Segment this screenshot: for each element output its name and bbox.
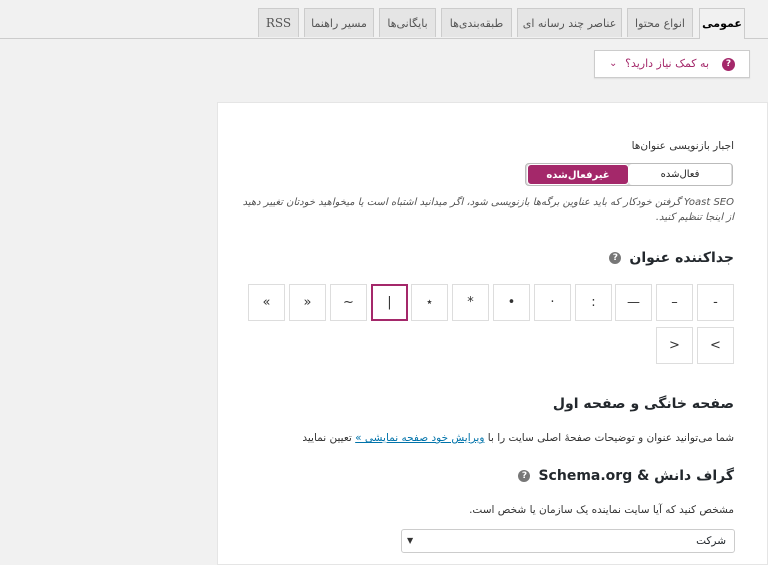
tab-archives[interactable]: بایگانی‌ها xyxy=(379,8,436,37)
separator-option-middot[interactable]: · xyxy=(534,284,571,321)
tab-media[interactable]: عناصر چند رسانه ای xyxy=(517,8,622,37)
title-separator-heading-text: جداکننده عنوان xyxy=(629,250,734,266)
help-icon[interactable]: ? xyxy=(518,470,531,482)
help-label: به کمک نیاز دارید؟ xyxy=(625,57,709,70)
organization-or-person-select[interactable]: شرکت ▼ xyxy=(401,529,735,553)
separator-option-less-than[interactable]: < xyxy=(656,327,693,364)
homepage-description: شما می‌توانید عنوان و توضیحات صفحهٔ اصلی… xyxy=(302,432,734,444)
rewrite-titles-label: اجبار بازنویسی عنوان‌ها xyxy=(631,140,734,152)
tab-rss[interactable]: RSS xyxy=(258,8,299,37)
separator-option-low-asterisk[interactable]: ⋆ xyxy=(411,284,448,321)
question-icon: ? xyxy=(722,58,735,71)
edit-front-page-link[interactable]: ویرایش خود صفحه نمایشی » xyxy=(355,432,484,444)
rewrite-titles-toggle[interactable]: فعال‌شده غیرفعال‌شده xyxy=(525,163,733,186)
schema-heading-text: گراف دانش & Schema.org xyxy=(538,468,734,484)
rewrite-titles-note: Yoast SEO گرفتن خودکار که باید عناوین بر… xyxy=(242,197,734,223)
tab-content-types[interactable]: انواع محتوا xyxy=(627,8,693,37)
help-icon[interactable]: ? xyxy=(609,252,622,264)
separator-option-raquo[interactable]: » xyxy=(248,284,285,321)
chevron-down-icon: ⌄ xyxy=(609,58,618,69)
separator-option-em-dash[interactable]: — xyxy=(615,284,652,321)
separator-option-bullet[interactable]: • xyxy=(493,284,530,321)
schema-description: مشخص کنید که آیا سایت نماینده یک سازمان … xyxy=(469,504,734,516)
help-button[interactable]: ? به کمک نیاز دارید؟ ⌄ xyxy=(594,50,750,78)
select-value: شرکت xyxy=(696,535,726,547)
tab-breadcrumbs[interactable]: مسیر راهنما xyxy=(304,8,374,37)
homepage-description-text: شما می‌توانید عنوان و توضیحات صفحهٔ اصلی… xyxy=(484,432,734,444)
separator-option-tilde[interactable]: ~ xyxy=(330,284,367,321)
separator-option-en-dash[interactable]: – xyxy=(656,284,693,321)
separator-option-colon[interactable]: : xyxy=(575,284,612,321)
homepage-heading: صفحه خانگی و صفحه اول xyxy=(552,396,734,412)
schema-heading: گراف دانش & Schema.org? xyxy=(518,468,734,484)
separator-option-pipe-selected[interactable]: | xyxy=(371,284,408,321)
separator-option-greater-than[interactable]: > xyxy=(697,327,734,364)
separator-option-asterisk[interactable]: * xyxy=(452,284,489,321)
separator-option-hyphen[interactable]: - xyxy=(697,284,734,321)
toggle-disabled-option[interactable]: غیرفعال‌شده xyxy=(527,164,629,185)
separator-option-laquo[interactable]: « xyxy=(289,284,326,321)
settings-panel: اجبار بازنویسی عنوان‌ها فعال‌شده غیرفعال… xyxy=(217,102,768,565)
homepage-description-suffix: تعیین نمایید xyxy=(302,432,356,444)
dropdown-arrow-icon: ▼ xyxy=(407,536,414,545)
toggle-enabled-option[interactable]: فعال‌شده xyxy=(629,164,731,185)
tab-general[interactable]: عمومی xyxy=(699,8,745,39)
settings-tabs: عمومی انواع محتوا عناصر چند رسانه ای طبق… xyxy=(0,0,768,39)
tab-taxonomies[interactable]: طبقه‌بندی‌ها xyxy=(441,8,512,37)
title-separator-heading: جداکننده عنوان? xyxy=(609,250,734,266)
